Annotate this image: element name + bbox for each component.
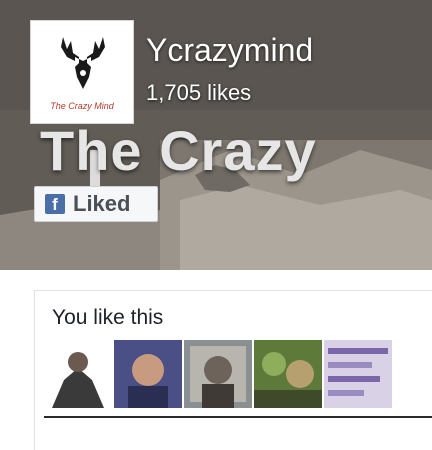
friend-avatars — [44, 340, 392, 408]
friend-avatar[interactable] — [184, 340, 252, 408]
likes-count: 1,705 likes — [146, 80, 252, 105]
friend-avatar[interactable] — [44, 340, 112, 408]
liked-label: Liked — [73, 191, 131, 216]
friend-avatar[interactable] — [324, 340, 392, 408]
facebook-icon: f — [45, 194, 65, 214]
friend-avatar[interactable] — [254, 340, 322, 408]
friends-title: You like this — [52, 306, 164, 329]
friend-avatar[interactable] — [114, 340, 182, 408]
divider — [44, 416, 432, 418]
page-title[interactable]: Ycrazymind — [146, 32, 313, 69]
cover-slogan: The Crazy — [40, 119, 317, 182]
profile-picture[interactable]: The Crazy Mind — [30, 20, 134, 124]
logo-caption: The Crazy Mind — [50, 101, 114, 111]
deer-logo-icon — [61, 37, 105, 89]
liked-button[interactable]: f Liked — [34, 186, 158, 222]
